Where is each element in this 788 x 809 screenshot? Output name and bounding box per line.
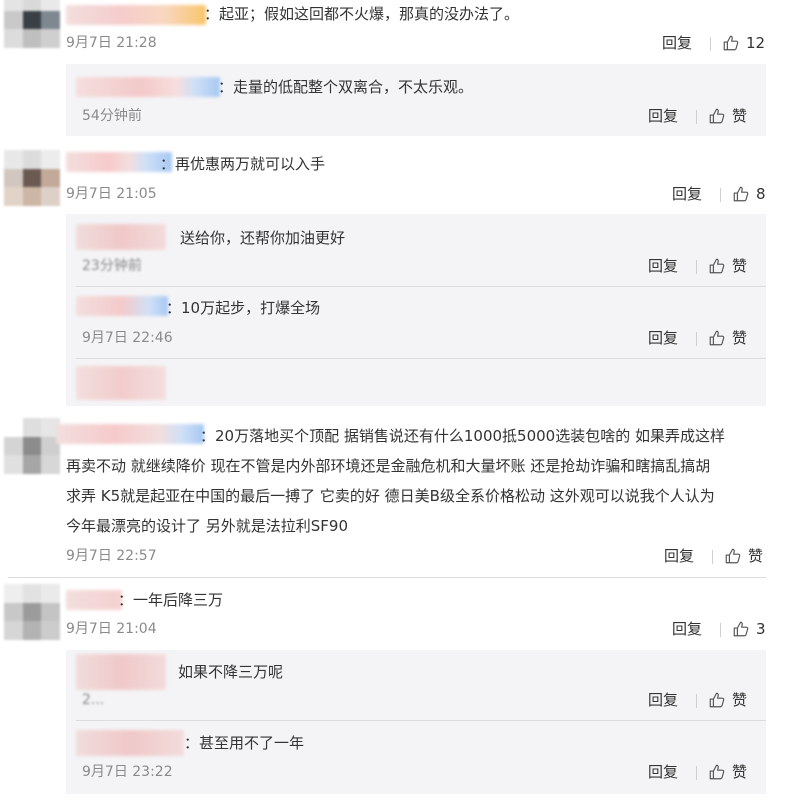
avatar[interactable] — [4, 150, 60, 206]
like-label: 赞 — [732, 763, 748, 781]
action-separator — [696, 766, 697, 780]
thumbs-up-icon — [733, 621, 749, 637]
more-replies-blurred[interactable] — [76, 366, 166, 400]
username-blurred[interactable] — [76, 77, 220, 97]
like-button[interactable]: 赞 — [708, 762, 747, 782]
action-separator — [720, 188, 721, 202]
username-blurred[interactable] — [76, 730, 184, 756]
reply-text: 如果不降三万呢 — [178, 663, 284, 681]
avatar[interactable] — [4, 584, 60, 640]
action-separator — [720, 623, 721, 637]
divider — [8, 577, 766, 578]
like-label: 赞 — [732, 329, 748, 347]
username-blurred[interactable] — [66, 5, 206, 25]
reply-text: ：走量的低配整个双离合，不太乐观。 — [218, 78, 474, 96]
username-blurred[interactable] — [66, 590, 122, 610]
like-label: 赞 — [732, 691, 748, 709]
action-separator — [696, 110, 697, 124]
username-blurred[interactable] — [56, 424, 204, 444]
reply-text: 送给你，还帮你加油更好 — [180, 229, 346, 247]
like-button[interactable]: 12 — [722, 33, 765, 53]
reply-button[interactable]: 回复 — [664, 546, 694, 566]
reply-button[interactable]: 回复 — [648, 256, 678, 276]
comment-text: ：一年后降三万 — [118, 591, 224, 609]
like-button[interactable]: 赞 — [708, 690, 747, 710]
thumbs-up-icon — [723, 35, 739, 51]
reply-button[interactable]: 回复 — [672, 184, 702, 204]
like-count: 3 — [756, 620, 766, 638]
comment-time: 9月7日 21:05 — [66, 186, 157, 202]
thumbs-up-icon — [709, 108, 725, 124]
reply-time: 2... — [82, 692, 105, 708]
comment-text-line: ：20万落地买个顶配 据销售说还有什么1000抵5000选装包啥的 如果弄成这样 — [200, 427, 725, 445]
divider — [76, 720, 766, 721]
thumbs-up-icon — [709, 258, 725, 274]
like-button[interactable]: 赞 — [708, 256, 747, 276]
avatar[interactable] — [4, 0, 60, 48]
thumbs-up-icon — [733, 186, 749, 202]
comment-time: 9月7日 21:04 — [66, 621, 157, 637]
reply-time: 54分钟前 — [82, 108, 142, 124]
thumbs-up-icon — [725, 548, 741, 564]
reply-button[interactable]: 回复 — [648, 762, 678, 782]
comment-text-line: 今年最漂亮的设计了 另外就是法拉利SF90 — [66, 517, 349, 535]
like-count: 12 — [746, 34, 766, 52]
divider — [76, 358, 766, 359]
reply-time: 23分钟前 — [82, 258, 142, 274]
comment-text: ：再优惠两万就可以入手 — [160, 155, 326, 173]
like-button[interactable]: 8 — [732, 184, 766, 204]
action-separator — [710, 37, 711, 51]
reply-time: 9月7日 23:22 — [82, 764, 173, 780]
like-count: 8 — [756, 185, 766, 203]
like-button[interactable]: 3 — [732, 619, 766, 639]
username-blurred[interactable] — [76, 654, 166, 690]
thumbs-up-icon — [709, 692, 725, 708]
username-blurred[interactable] — [76, 224, 166, 250]
comment-text-line: 求弄 K5就是起亚在中国的最后一搏了 它卖的好 德日美B级全系价格松动 这外观可… — [66, 487, 715, 505]
action-separator — [696, 332, 697, 346]
like-label: 赞 — [732, 107, 748, 125]
comment-text: ：起亚；假如这回都不火爆，那真的没办法了。 — [204, 5, 520, 23]
like-button[interactable]: 赞 — [708, 106, 747, 126]
reply-button[interactable]: 回复 — [648, 690, 678, 710]
avatar[interactable] — [4, 418, 60, 474]
like-label: 赞 — [748, 547, 764, 565]
comment-time: 9月7日 22:57 — [66, 548, 157, 564]
reply-time: 9月7日 22:46 — [82, 330, 173, 346]
reply-text: ：甚至用不了一年 — [184, 734, 305, 752]
action-separator — [696, 260, 697, 274]
like-label: 赞 — [732, 257, 748, 275]
username-blurred[interactable] — [66, 152, 172, 172]
reply-button[interactable]: 回复 — [648, 106, 678, 126]
reply-button[interactable]: 回复 — [662, 33, 692, 53]
thumbs-up-icon — [709, 764, 725, 780]
like-button[interactable]: 赞 — [724, 546, 763, 566]
like-button[interactable]: 赞 — [708, 328, 747, 348]
comment-time: 9月7日 21:28 — [66, 35, 157, 51]
thumbs-up-icon — [709, 330, 725, 346]
reply-button[interactable]: 回复 — [648, 328, 678, 348]
reply-button[interactable]: 回复 — [672, 619, 702, 639]
reply-text: ：10万起步，打爆全场 — [166, 299, 321, 317]
action-separator — [696, 694, 697, 708]
divider — [76, 286, 766, 287]
action-separator — [712, 550, 713, 564]
username-blurred[interactable] — [76, 296, 168, 316]
comment-text-line: 再卖不动 就继续降价 现在不管是内外部环境还是金融危机和大量坏账 还是抢劫诈骗和… — [66, 457, 711, 475]
